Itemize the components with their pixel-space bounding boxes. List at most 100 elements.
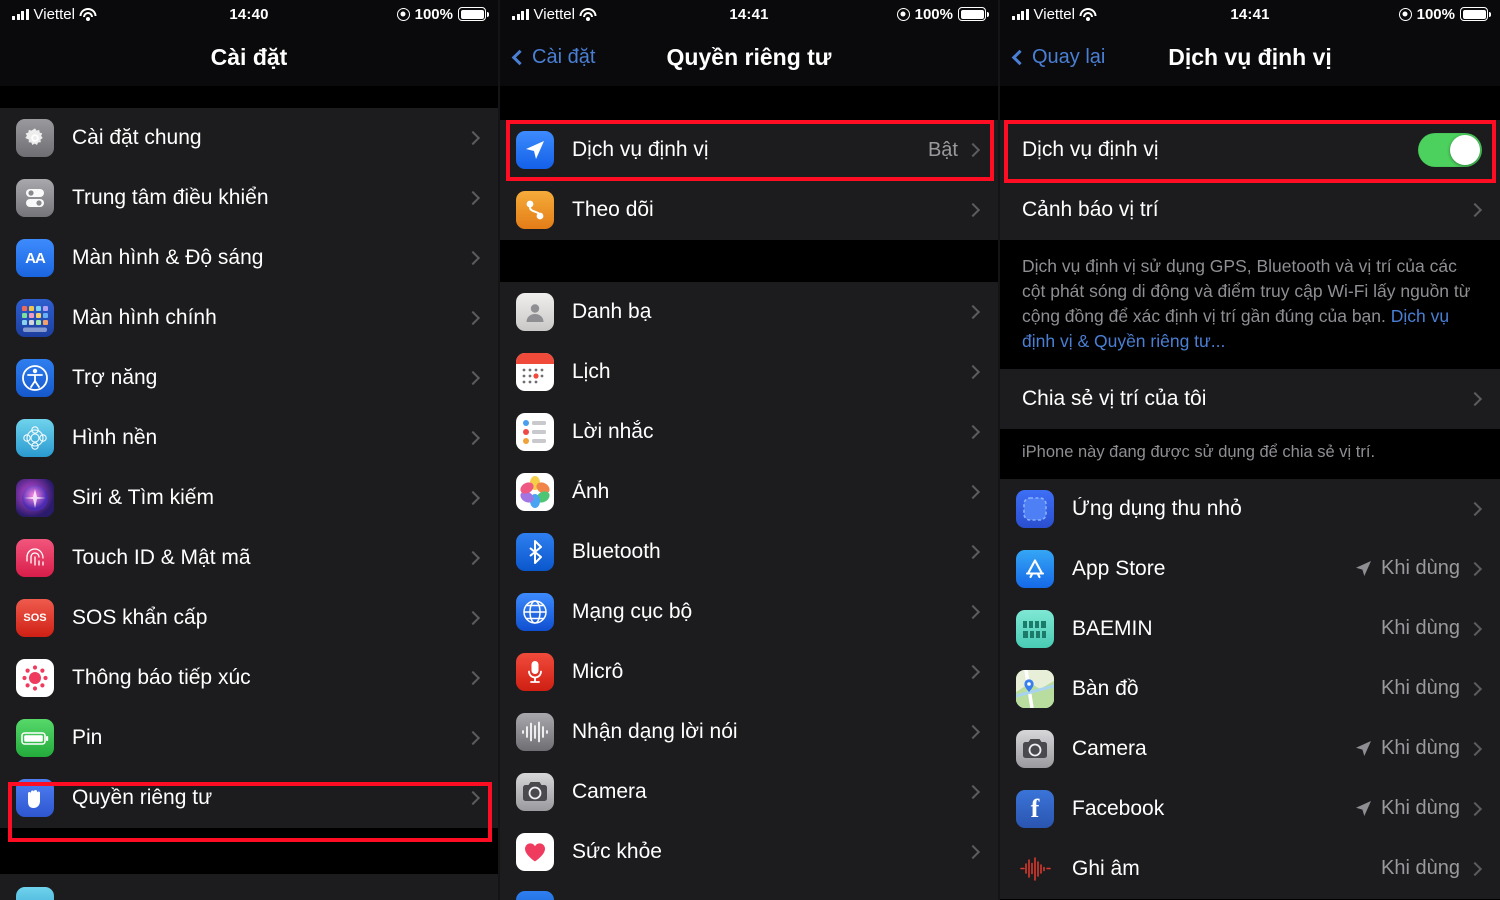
list-item-location-services[interactable]: Dịch vụ định vị Bật bbox=[500, 120, 998, 180]
chevron-right-icon bbox=[965, 202, 981, 218]
sidebar-item-emergency-sos[interactable]: SOS SOS khẩn cấp bbox=[0, 588, 498, 648]
page-title: Cài đặt bbox=[210, 43, 288, 70]
list-item-calendar[interactable]: Lịch bbox=[500, 342, 998, 402]
list-item-partial[interactable] bbox=[0, 874, 498, 900]
list-item-reminders[interactable]: Lời nhắc bbox=[500, 402, 998, 462]
chevron-right-icon bbox=[1467, 741, 1483, 756]
location-services-icon bbox=[516, 131, 554, 169]
location-arrow-icon bbox=[1355, 740, 1372, 757]
reminders-icon bbox=[516, 413, 554, 451]
location-services-toggle-row[interactable]: Dịch vụ định vị bbox=[1000, 120, 1500, 180]
app-row-label: BAEMIN bbox=[1072, 616, 1153, 640]
three-screenshot-strip: Viettel 14:40 100% Cài đặt Cài đặt chung bbox=[0, 0, 1500, 900]
list-item-label: Lời nhắc bbox=[572, 420, 654, 443]
list-item-health[interactable]: Sức khỏe bbox=[500, 822, 998, 882]
list-item-photos[interactable]: Ảnh bbox=[500, 462, 998, 522]
list-top-gap bbox=[500, 86, 998, 120]
list-top-gap bbox=[1000, 86, 1500, 120]
app-store-icon bbox=[1016, 549, 1054, 588]
sidebar-item-label: Trợ năng bbox=[72, 366, 158, 389]
settings-group-partial bbox=[0, 874, 498, 900]
privacy-list[interactable]: Dịch vụ định vị Bật Theo dõi Danh bạ Lịc… bbox=[500, 86, 998, 900]
tracking-icon bbox=[516, 191, 554, 229]
app-row-baemin[interactable]: BAEMIN Khi dùng bbox=[1000, 598, 1500, 659]
battery-full-icon bbox=[458, 7, 489, 21]
sidebar-item-battery[interactable]: Pin bbox=[0, 708, 498, 768]
chevron-right-icon bbox=[465, 730, 481, 746]
app-row-maps[interactable]: Bàn đồ Khi dùng bbox=[1000, 658, 1500, 719]
share-my-location-row[interactable]: Chia sẻ vị trí của tôi bbox=[1000, 369, 1500, 430]
chevron-right-icon bbox=[965, 664, 981, 680]
app-row-value: Khi dùng bbox=[1381, 617, 1460, 640]
app-row-app-store[interactable]: App Store Khi dùng bbox=[1000, 538, 1500, 599]
battery-full-icon bbox=[958, 7, 989, 21]
display-brightness-icon: AA bbox=[16, 239, 54, 277]
location-alerts-row[interactable]: Cảnh báo vị trí bbox=[1000, 180, 1500, 240]
local-network-icon bbox=[516, 593, 554, 631]
list-item-partial[interactable] bbox=[500, 882, 998, 900]
app-row-facebook[interactable]: f Facebook Khi dùng bbox=[1000, 778, 1500, 839]
screen-location-services: Viettel 14:41 100% Quay lại Dịch vụ định… bbox=[1000, 0, 1500, 900]
settings-list[interactable]: Cài đặt chung Trung tâm điều khiển AA Mà… bbox=[0, 86, 498, 900]
chevron-right-icon bbox=[465, 130, 481, 146]
maps-icon bbox=[1016, 669, 1054, 708]
sidebar-item-touch-id-passcode[interactable]: Touch ID & Mật mã bbox=[0, 528, 498, 588]
accessibility-icon bbox=[16, 359, 54, 397]
sidebar-item-accessibility[interactable]: Trợ năng bbox=[0, 348, 498, 408]
app-row-app-clips[interactable]: Ứng dụng thu nhỏ bbox=[1000, 478, 1500, 539]
list-item-bluetooth[interactable]: Bluetooth bbox=[500, 522, 998, 582]
back-button-label: Cài đặt bbox=[532, 45, 596, 68]
sidebar-item-siri-search[interactable]: Siri & Tìm kiếm bbox=[0, 468, 498, 528]
nav-bar: Quay lại Dịch vụ định vị bbox=[1000, 28, 1500, 86]
list-item-label: Mạng cục bộ bbox=[572, 600, 693, 623]
chevron-right-icon bbox=[465, 250, 481, 266]
list-item-camera[interactable]: Camera bbox=[500, 762, 998, 822]
sidebar-item-control-center[interactable]: Trung tâm điều khiển bbox=[0, 168, 498, 228]
camera-icon bbox=[1016, 729, 1054, 768]
calendar-icon bbox=[516, 353, 554, 391]
chevron-right-icon bbox=[965, 142, 981, 158]
back-button[interactable]: Quay lại bbox=[1011, 46, 1105, 69]
chevron-right-icon bbox=[465, 370, 481, 386]
sidebar-item-label: Thông báo tiếp xúc bbox=[72, 666, 251, 689]
chevron-right-icon bbox=[1467, 681, 1483, 696]
list-item-local-network[interactable]: Mạng cục bộ bbox=[500, 582, 998, 642]
wallpaper-icon bbox=[16, 419, 54, 457]
list-item-value: Bật bbox=[927, 138, 958, 161]
chevron-right-icon bbox=[465, 670, 481, 686]
location-services-toggle[interactable] bbox=[1418, 133, 1482, 167]
sidebar-item-exposure-notifications[interactable]: Thông báo tiếp xúc bbox=[0, 648, 498, 708]
list-item-tracking[interactable]: Theo dõi bbox=[500, 180, 998, 240]
app-row-camera[interactable]: Camera Khi dùng bbox=[1000, 718, 1500, 779]
battery-icon bbox=[16, 719, 54, 757]
app-row-value: Khi dùng bbox=[1381, 857, 1460, 880]
list-item-label: Ảnh bbox=[572, 480, 610, 503]
sidebar-item-wallpaper[interactable]: Hình nền bbox=[0, 408, 498, 468]
contacts-icon bbox=[516, 293, 554, 331]
microphone-icon bbox=[516, 653, 554, 691]
sidebar-item-general[interactable]: Cài đặt chung bbox=[0, 108, 498, 168]
list-item-speech-recognition[interactable]: Nhận dạng lời nói bbox=[500, 702, 998, 762]
location-arrow-icon bbox=[1355, 800, 1372, 817]
location-indicator-icon bbox=[896, 7, 910, 21]
chevron-right-icon bbox=[465, 430, 481, 446]
screen-settings: Viettel 14:40 100% Cài đặt Cài đặt chung bbox=[0, 0, 500, 900]
list-item-microphone[interactable]: Micrô bbox=[500, 642, 998, 702]
location-services-list[interactable]: Dịch vụ định vị Cảnh báo vị trí Dịch vụ … bbox=[1000, 86, 1500, 900]
battery-percent-label: 100% bbox=[914, 5, 953, 23]
share-footnote: iPhone này đang được sử dụng để chia sẻ … bbox=[1000, 429, 1500, 479]
privacy-hand-icon bbox=[16, 779, 54, 817]
sidebar-item-label: Màn hình & Độ sáng bbox=[72, 246, 264, 269]
app-row-voice-memos[interactable]: Ghi âm Khi dùng bbox=[1000, 838, 1500, 899]
list-item-label: Bluetooth bbox=[572, 540, 661, 563]
partial-app-icon bbox=[16, 887, 54, 900]
baemin-icon bbox=[1016, 609, 1054, 648]
touch-id-icon bbox=[16, 539, 54, 577]
sidebar-item-display-brightness[interactable]: AA Màn hình & Độ sáng bbox=[0, 228, 498, 288]
sidebar-item-label: Quyền riêng tư bbox=[72, 786, 213, 809]
list-item-contacts[interactable]: Danh bạ bbox=[500, 282, 998, 342]
back-button[interactable]: Cài đặt bbox=[511, 45, 596, 69]
sidebar-item-privacy[interactable]: Quyền riêng tư bbox=[0, 768, 498, 828]
sidebar-item-home-screen[interactable]: Màn hình chính bbox=[0, 288, 498, 348]
list-item-label: Camera bbox=[572, 780, 647, 803]
